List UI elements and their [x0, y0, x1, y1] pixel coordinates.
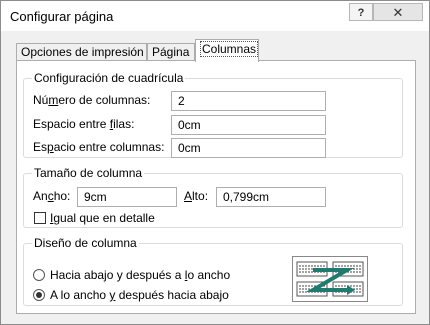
- across-then-down-label: A lo ancho y después hacia abajo: [50, 288, 229, 302]
- dialog-title: Configurar página: [10, 9, 114, 24]
- tab-columns-label: Columnas: [200, 41, 259, 57]
- grid-config-group: Configuración de cuadrícula Número de co…: [23, 71, 403, 158]
- down-then-across-radio[interactable]: [33, 269, 45, 281]
- row-spacing-label: Espacio entre filas:: [33, 117, 135, 131]
- column-spacing-input[interactable]: 0cm: [171, 138, 326, 158]
- same-as-detail-label: Igual que en detalle: [50, 211, 155, 225]
- column-size-legend: Tamaño de columna: [32, 166, 145, 180]
- help-button[interactable]: ?: [349, 3, 373, 21]
- columns-count-label: Número de columnas:: [33, 93, 151, 107]
- columns-panel: Configuración de cuadrícula Número de co…: [16, 60, 416, 314]
- column-layout-group: Diseño de columna Hacia abajo y después …: [23, 236, 403, 306]
- title-bar: Configurar página ? ✕: [1, 1, 429, 31]
- same-as-detail-checkbox[interactable]: [34, 212, 46, 224]
- column-layout-legend: Diseño de columna: [32, 236, 139, 250]
- column-height-input[interactable]: 0,799cm: [216, 187, 326, 207]
- columns-count-input[interactable]: 2: [171, 91, 326, 111]
- column-width-input[interactable]: 9cm: [77, 187, 177, 207]
- across-then-down-layout-icon: [292, 256, 368, 302]
- row-spacing-input[interactable]: 0cm: [171, 115, 326, 135]
- close-button[interactable]: ✕: [373, 3, 423, 21]
- tab-page[interactable]: Página: [147, 43, 195, 61]
- column-size-group: Tamaño de columna Ancho: 9cm Alto: 0,799…: [23, 166, 403, 228]
- column-width-label: Ancho:: [33, 189, 71, 203]
- tab-columns[interactable]: Columnas: [195, 39, 259, 62]
- down-then-across-label: Hacia abajo y después a lo ancho: [50, 268, 231, 282]
- across-then-down-radio[interactable]: [33, 289, 45, 301]
- tab-print-options[interactable]: Opciones de impresión: [16, 43, 147, 61]
- page-setup-dialog: Configurar página ? ✕ Opciones de impres…: [0, 0, 430, 325]
- column-spacing-label: Espacio entre columnas:: [33, 140, 165, 154]
- column-height-label: Alto:: [184, 189, 209, 203]
- grid-config-legend: Configuración de cuadrícula: [32, 71, 186, 85]
